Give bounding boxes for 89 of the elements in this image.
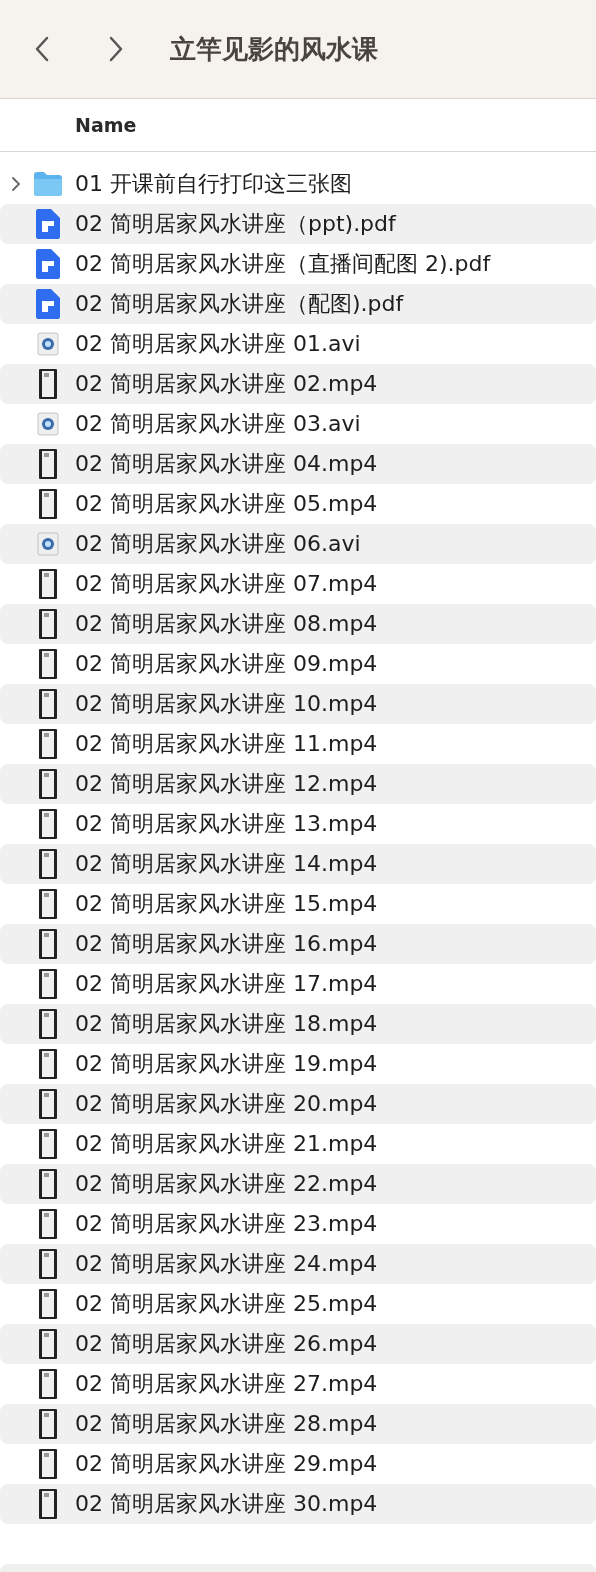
window-title: 立竿见影的风水课 — [170, 32, 378, 66]
file-name: 02 简明居家风水讲座（配图).pdf — [75, 290, 404, 318]
file-row[interactable]: 02 简明居家风水讲座 14.mp4 — [0, 844, 596, 884]
file-row[interactable]: 02 简明居家风水讲座 26.mp4 — [0, 1324, 596, 1364]
file-name: 02 简明居家风水讲座 13.mp4 — [75, 810, 378, 838]
file-name: 02 简明居家风水讲座 08.mp4 — [75, 610, 378, 638]
file-name: 02 简明居家风水讲座 01.avi — [75, 330, 361, 358]
file-name: 02 简明居家风水讲座 28.mp4 — [75, 1410, 378, 1438]
video-file-icon — [38, 488, 58, 520]
video-file-icon — [38, 1328, 58, 1360]
file-name: 02 简明居家风水讲座 04.mp4 — [75, 450, 378, 478]
file-name: 02 简明居家风水讲座 18.mp4 — [75, 1010, 378, 1038]
file-row[interactable]: 02 简明居家风水讲座 12.mp4 — [0, 764, 596, 804]
video-file-icon — [38, 688, 58, 720]
camera-file-icon — [37, 332, 59, 356]
file-name: 02 简明居家风水讲座 03.avi — [75, 410, 361, 438]
file-row[interactable]: 02 简明居家风水讲座 20.mp4 — [0, 1084, 596, 1124]
file-name: 02 简明居家风水讲座 09.mp4 — [75, 650, 378, 678]
file-row[interactable]: 02 简明居家风水讲座 24.mp4 — [0, 1244, 596, 1284]
file-name: 02 简明居家风水讲座 29.mp4 — [75, 1450, 378, 1478]
forward-icon[interactable] — [109, 36, 123, 62]
file-name: 02 简明居家风水讲座 22.mp4 — [75, 1170, 378, 1198]
file-row[interactable]: 02 简明居家风水讲座 18.mp4 — [0, 1004, 596, 1044]
video-file-icon — [38, 768, 58, 800]
file-name: 02 简明居家风水讲座 27.mp4 — [75, 1370, 378, 1398]
video-file-icon — [38, 368, 58, 400]
video-file-icon — [38, 648, 58, 680]
file-name: 02 简明居家风水讲座 10.mp4 — [75, 690, 378, 718]
file-row[interactable]: 02 简明居家风水讲座 08.mp4 — [0, 604, 596, 644]
video-file-icon — [38, 1128, 58, 1160]
file-row[interactable]: 02 简明居家风水讲座（ppt).pdf — [0, 204, 596, 244]
video-file-icon — [38, 968, 58, 1000]
video-file-icon — [38, 1248, 58, 1280]
file-name: 02 简明居家风水讲座 11.mp4 — [75, 730, 378, 758]
file-row[interactable]: 02 简明居家风水讲座 10.mp4 — [0, 684, 596, 724]
file-name: 02 简明居家风水讲座 24.mp4 — [75, 1250, 378, 1278]
document-icon — [36, 249, 60, 279]
file-name: 02 简明居家风水讲座 07.mp4 — [75, 570, 378, 598]
video-file-icon — [38, 1488, 58, 1520]
file-name: 02 简明居家风水讲座 23.mp4 — [75, 1210, 378, 1238]
file-name: 02 简明居家风水讲座 02.mp4 — [75, 370, 378, 398]
video-file-icon — [38, 1088, 58, 1120]
file-name: 02 简明居家风水讲座 05.mp4 — [75, 490, 378, 518]
file-name: 02 简明居家风水讲座 26.mp4 — [75, 1330, 378, 1358]
video-file-icon — [38, 1288, 58, 1320]
file-row[interactable]: 02 简明居家风水讲座 22.mp4 — [0, 1164, 596, 1204]
file-name: 02 简明居家风水讲座 06.avi — [75, 530, 361, 558]
file-row[interactable]: 02 简明居家风水讲座 02.mp4 — [0, 364, 596, 404]
file-name: 02 简明居家风水讲座 15.mp4 — [75, 890, 378, 918]
video-file-icon — [38, 728, 58, 760]
document-icon — [36, 289, 60, 319]
video-file-icon — [38, 808, 58, 840]
video-file-icon — [38, 928, 58, 960]
video-file-icon — [38, 1208, 58, 1240]
video-file-icon — [38, 1048, 58, 1080]
video-file-icon — [38, 888, 58, 920]
file-name: 02 简明居家风水讲座（ppt).pdf — [75, 210, 396, 238]
file-name: 02 简明居家风水讲座 16.mp4 — [75, 930, 378, 958]
file-row[interactable]: 02 简明居家风水讲座 16.mp4 — [0, 924, 596, 964]
camera-file-icon — [37, 412, 59, 436]
file-name: 01 开课前自行打印这三张图 — [75, 170, 352, 198]
file-row[interactable]: 02 简明居家风水讲座 06.avi — [0, 524, 596, 564]
column-header[interactable]: Name — [75, 114, 137, 136]
file-row[interactable]: 02 简明居家风水讲座 30.mp4 — [0, 1484, 596, 1524]
video-file-icon — [38, 1008, 58, 1040]
file-name: 02 简明居家风水讲座 12.mp4 — [75, 770, 378, 798]
video-file-icon — [38, 1168, 58, 1200]
video-file-icon — [38, 568, 58, 600]
file-name: 02 简明居家风水讲座 19.mp4 — [75, 1050, 378, 1078]
file-name: 02 简明居家风水讲座 25.mp4 — [75, 1290, 378, 1318]
file-name: 02 简明居家风水讲座（直播间配图 2).pdf — [75, 250, 491, 278]
video-file-icon — [38, 608, 58, 640]
file-row[interactable]: 02 简明居家风水讲座 04.mp4 — [0, 444, 596, 484]
document-icon — [36, 209, 60, 239]
file-name: 02 简明居家风水讲座 20.mp4 — [75, 1090, 378, 1118]
file-name: 02 简明居家风水讲座 21.mp4 — [75, 1130, 378, 1158]
file-name: 02 简明居家风水讲座 17.mp4 — [75, 970, 378, 998]
file-name: 02 简明居家风水讲座 14.mp4 — [75, 850, 378, 878]
camera-file-icon — [37, 532, 59, 556]
video-file-icon — [38, 1368, 58, 1400]
video-file-icon — [38, 1448, 58, 1480]
video-file-icon — [38, 1408, 58, 1440]
file-row[interactable]: 02 简明居家风水讲座（配图).pdf — [0, 284, 596, 324]
file-name: 02 简明居家风水讲座 30.mp4 — [75, 1490, 378, 1518]
folder-icon — [33, 171, 63, 197]
video-file-icon — [38, 848, 58, 880]
file-row[interactable]: 02 简明居家风水讲座 28.mp4 — [0, 1404, 596, 1444]
back-icon[interactable] — [35, 36, 49, 62]
video-file-icon — [38, 448, 58, 480]
